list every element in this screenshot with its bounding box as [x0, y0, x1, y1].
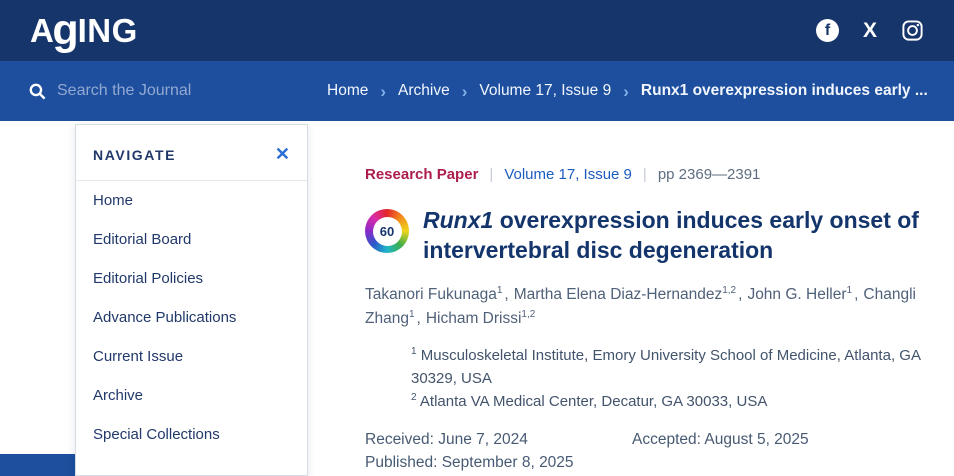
navigate-sidebar: NAVIGATE ✕ Home Editorial Board Editoria…: [75, 124, 308, 476]
received-value: June 7, 2024: [438, 431, 528, 448]
sidebar-item-advance-publications[interactable]: Advance Publications: [76, 298, 307, 337]
sidebar-title: NAVIGATE: [93, 147, 176, 163]
author-name[interactable]: John G. Heller: [747, 286, 846, 303]
author-affil-sup: 1: [847, 285, 853, 296]
chevron-right-icon: ›: [623, 83, 629, 100]
breadcrumb-home[interactable]: Home: [327, 82, 368, 100]
article-meta-row: Research Paper | Volume 17, Issue 9 | pp…: [365, 166, 942, 183]
search-nav-bar: Home › Archive › Volume 17, Issue 9 › Ru…: [0, 61, 954, 121]
altmetric-score: 60: [373, 217, 402, 246]
author-affil-sup: 1,2: [521, 309, 535, 320]
author-separator: ,: [738, 286, 742, 303]
facebook-icon[interactable]: f: [816, 19, 839, 42]
aging-logo[interactable]: A g ING: [30, 12, 138, 50]
sidebar-item-archive[interactable]: Archive: [76, 376, 307, 415]
search-icon[interactable]: [28, 82, 47, 101]
breadcrumb-archive[interactable]: Archive: [398, 82, 450, 100]
divider: |: [643, 166, 647, 183]
issue-link[interactable]: Volume 17, Issue 9: [504, 166, 632, 183]
chevron-right-icon: ›: [462, 83, 468, 100]
article-title-rest: overexpression induces early onset of in…: [423, 207, 919, 263]
published-label: Published:: [365, 454, 437, 471]
published-date: Published: September 8, 2025: [365, 454, 632, 472]
author-affil-sup: 1: [497, 285, 503, 296]
affiliation-text: Musculoskeletal Institute, Emory Univers…: [411, 347, 920, 387]
sidebar-item-current-issue[interactable]: Current Issue: [76, 337, 307, 376]
altmetric-badge[interactable]: 60: [365, 209, 409, 253]
article-category-label: Research Paper: [365, 166, 478, 183]
breadcrumb-current-article: Runx1 overexpression induces early ...: [641, 82, 928, 100]
affiliation-number: 2: [411, 392, 417, 403]
sidebar-item-editorial-board[interactable]: Editorial Board: [76, 220, 307, 259]
instagram-icon[interactable]: [901, 19, 924, 42]
affiliation-number: 1: [411, 346, 417, 357]
author-name[interactable]: Takanori Fukunaga: [365, 286, 497, 303]
author-affil-sup: 1,2: [722, 285, 736, 296]
author-affil-sup: 1: [409, 309, 415, 320]
author-separator: ,: [504, 286, 508, 303]
sidebar-header: NAVIGATE ✕: [76, 125, 307, 181]
sidebar-item-editorial-policies[interactable]: Editorial Policies: [76, 259, 307, 298]
received-label: Received:: [365, 431, 434, 448]
article-main: Research Paper | Volume 17, Issue 9 | pp…: [365, 166, 942, 472]
logo-letter-g: g: [52, 15, 78, 45]
sidebar-item-special-collections[interactable]: Special Collections: [76, 415, 307, 454]
author-separator: ,: [854, 286, 858, 303]
sidebar-item-home[interactable]: Home: [76, 181, 307, 220]
chevron-right-icon: ›: [380, 83, 386, 100]
breadcrumb: Home › Archive › Volume 17, Issue 9 › Ru…: [327, 61, 946, 121]
accepted-value: August 5, 2025: [704, 431, 808, 448]
breadcrumb-issue[interactable]: Volume 17, Issue 9: [479, 82, 611, 100]
title-row: 60 Runx1 overexpression induces early on…: [365, 206, 942, 266]
top-header-bar: A g ING f X: [0, 0, 954, 61]
article-title-italic: Runx1: [423, 207, 493, 233]
logo-letters-ing: ING: [78, 12, 138, 50]
affiliation-list: 1 Musculoskeletal Institute, Emory Unive…: [411, 344, 942, 414]
accepted-date: Accepted: August 5, 2025: [632, 431, 942, 449]
search-input[interactable]: [57, 82, 277, 100]
article-dates: Received: June 7, 2024 Accepted: August …: [365, 431, 942, 472]
logo-letter-a: A: [30, 12, 54, 50]
affiliation: 2 Atlanta VA Medical Center, Decatur, GA…: [411, 390, 942, 414]
published-value: September 8, 2025: [442, 454, 574, 471]
received-date: Received: June 7, 2024: [365, 431, 632, 449]
bottom-left-banner: [0, 454, 75, 476]
author-name[interactable]: Martha Elena Diaz-Hernandez: [514, 286, 723, 303]
close-icon[interactable]: ✕: [275, 144, 290, 165]
divider: |: [489, 166, 493, 183]
article-title: Runx1 overexpression induces early onset…: [423, 206, 942, 266]
affiliation: 1 Musculoskeletal Institute, Emory Unive…: [411, 344, 942, 390]
search-area: [28, 61, 277, 121]
page-range: pp 2369—2391: [658, 166, 761, 183]
author-list: Takanori Fukunaga1,Martha Elena Diaz-Her…: [365, 283, 942, 331]
affiliation-text: Atlanta VA Medical Center, Decatur, GA 3…: [420, 393, 767, 410]
author-separator: ,: [417, 310, 421, 327]
social-links: f X: [816, 19, 924, 42]
x-twitter-icon[interactable]: X: [863, 20, 877, 41]
author-name[interactable]: Hicham Drissi: [426, 310, 522, 327]
accepted-label: Accepted:: [632, 431, 701, 448]
